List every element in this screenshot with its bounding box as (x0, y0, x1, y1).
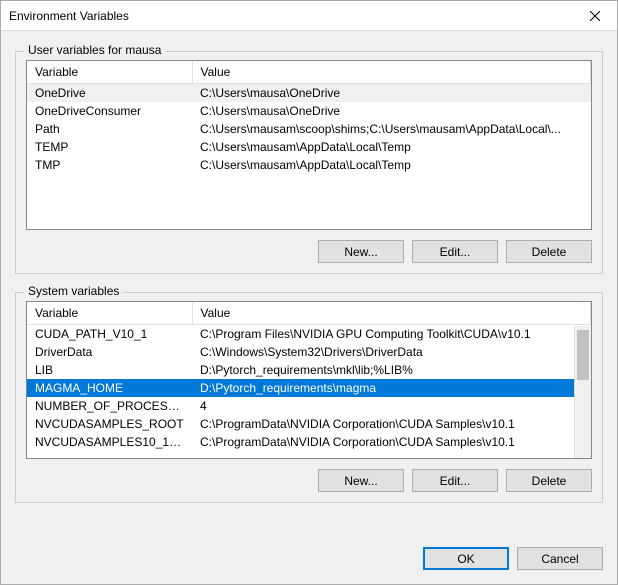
cell-variable: NVCUDASAMPLES_ROOT (27, 415, 192, 433)
user-variables-group: User variables for mausa Variable Value … (15, 51, 603, 274)
system-new-button[interactable]: New... (318, 469, 404, 492)
cell-value: C:\Users\mausam\AppData\Local\Temp (192, 138, 591, 156)
user-new-button[interactable]: New... (318, 240, 404, 263)
table-row[interactable]: NVCUDASAMPLES10_1_ROOT C:\ProgramData\NV… (27, 433, 591, 451)
table-row[interactable]: DriverData C:\Windows\System32\Drivers\D… (27, 343, 591, 361)
cell-variable: NVCUDASAMPLES10_1_ROOT (27, 433, 192, 451)
table-header-row: Variable Value (27, 61, 591, 84)
table-row[interactable]: TEMP C:\Users\mausam\AppData\Local\Temp (27, 138, 591, 156)
system-table-scrollbar[interactable] (574, 326, 591, 458)
table-row[interactable]: OneDrive C:\Users\mausa\OneDrive (27, 84, 591, 103)
cell-variable: LIB (27, 361, 192, 379)
cell-variable: NUMBER_OF_PROCESSORS (27, 397, 192, 415)
cell-value: C:\ProgramData\NVIDIA Corporation\CUDA S… (192, 433, 591, 451)
cell-value: C:\Users\mausam\AppData\Local\Temp (192, 156, 591, 174)
user-variables-table-wrap: Variable Value OneDrive C:\Users\mausa\O… (26, 60, 592, 230)
cell-value: C:\Users\mausa\OneDrive (192, 102, 591, 120)
system-delete-button[interactable]: Delete (506, 469, 592, 492)
cell-variable: MAGMA_HOME (27, 379, 192, 397)
titlebar: Environment Variables (1, 1, 617, 31)
close-button[interactable] (572, 1, 617, 31)
col-header-value[interactable]: Value (192, 302, 591, 325)
cell-variable: TMP (27, 156, 192, 174)
user-variables-table[interactable]: Variable Value OneDrive C:\Users\mausa\O… (27, 61, 591, 174)
table-row[interactable]: MAGMA_HOME D:\Pytorch_requirements\magma (27, 379, 591, 397)
env-vars-dialog: Environment Variables User variables for… (0, 0, 618, 585)
cell-variable: OneDrive (27, 84, 192, 103)
cell-value: C:\Windows\System32\Drivers\DriverData (192, 343, 591, 361)
system-variables-table[interactable]: Variable Value CUDA_PATH_V10_1 C:\Progra… (27, 302, 591, 451)
cell-value: C:\Users\mausam\scoop\shims;C:\Users\mau… (192, 120, 591, 138)
user-group-label: User variables for mausa (24, 43, 165, 57)
cell-value: C:\ProgramData\NVIDIA Corporation\CUDA S… (192, 415, 591, 433)
cancel-button[interactable]: Cancel (517, 547, 603, 570)
table-row[interactable]: TMP C:\Users\mausam\AppData\Local\Temp (27, 156, 591, 174)
table-row[interactable]: NVCUDASAMPLES_ROOT C:\ProgramData\NVIDIA… (27, 415, 591, 433)
table-row[interactable]: Path C:\Users\mausam\scoop\shims;C:\User… (27, 120, 591, 138)
table-row[interactable]: LIB D:\Pytorch_requirements\mkl\lib;%LIB… (27, 361, 591, 379)
cell-value: C:\Users\mausa\OneDrive (192, 84, 591, 103)
table-row[interactable]: CUDA_PATH_V10_1 C:\Program Files\NVIDIA … (27, 325, 591, 344)
close-icon (590, 11, 600, 21)
col-header-variable[interactable]: Variable (27, 302, 192, 325)
table-header-row: Variable Value (27, 302, 591, 325)
system-group-label: System variables (24, 284, 123, 298)
col-header-value[interactable]: Value (192, 61, 591, 84)
cell-variable: CUDA_PATH_V10_1 (27, 325, 192, 344)
cell-variable: TEMP (27, 138, 192, 156)
ok-button[interactable]: OK (423, 547, 509, 570)
user-edit-button[interactable]: Edit... (412, 240, 498, 263)
system-variables-table-wrap: Variable Value CUDA_PATH_V10_1 C:\Progra… (26, 301, 592, 459)
dialog-footer: OK Cancel (1, 539, 617, 584)
content-area: User variables for mausa Variable Value … (1, 31, 617, 539)
system-variables-group: System variables Variable Value CUDA_PAT… (15, 292, 603, 503)
system-buttons-row: New... Edit... Delete (26, 469, 592, 492)
user-delete-button[interactable]: Delete (506, 240, 592, 263)
system-edit-button[interactable]: Edit... (412, 469, 498, 492)
cell-value: D:\Pytorch_requirements\mkl\lib;%LIB% (192, 361, 591, 379)
window-title: Environment Variables (9, 9, 129, 23)
cell-variable: Path (27, 120, 192, 138)
cell-value: 4 (192, 397, 591, 415)
cell-variable: OneDriveConsumer (27, 102, 192, 120)
table-row[interactable]: NUMBER_OF_PROCESSORS 4 (27, 397, 591, 415)
cell-value: D:\Pytorch_requirements\magma (192, 379, 591, 397)
cell-value: C:\Program Files\NVIDIA GPU Computing To… (192, 325, 591, 344)
user-buttons-row: New... Edit... Delete (26, 240, 592, 263)
scrollbar-thumb[interactable] (577, 330, 589, 380)
table-row[interactable]: OneDriveConsumer C:\Users\mausa\OneDrive (27, 102, 591, 120)
col-header-variable[interactable]: Variable (27, 61, 192, 84)
cell-variable: DriverData (27, 343, 192, 361)
